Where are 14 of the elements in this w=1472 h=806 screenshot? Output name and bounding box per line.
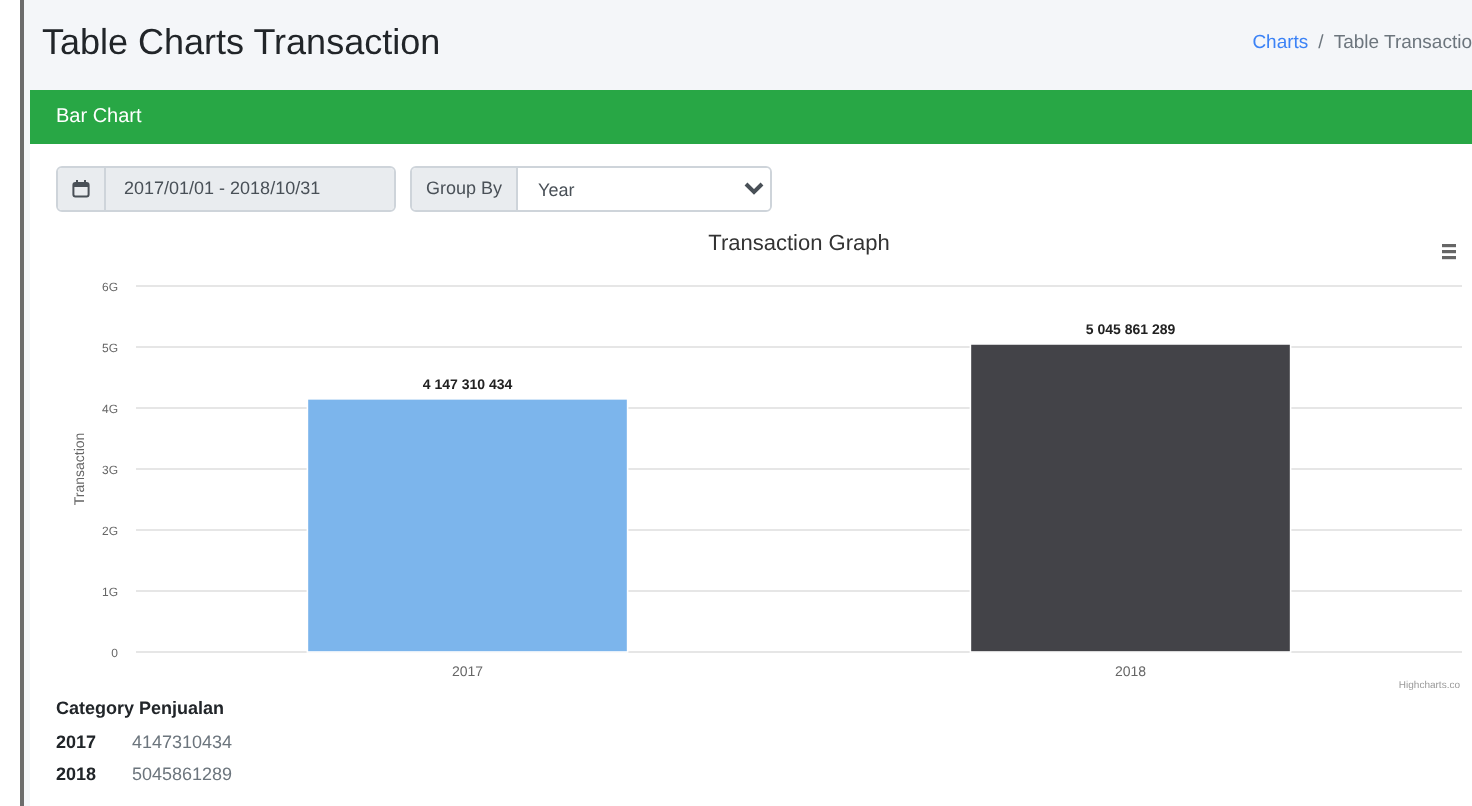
table-title: Category Penjualan <box>56 696 227 722</box>
table-cell-text: 2017 <box>56 729 99 755</box>
date-range-field[interactable]: 2017/01/01 - 2018/10/31 <box>56 166 396 212</box>
card-header: Bar Chart <box>30 90 1472 144</box>
page-title: Table Charts Transaction <box>42 22 441 66</box>
table-cell-text: 4147310434 <box>132 729 233 755</box>
table-cell-text: 2018 <box>56 762 99 788</box>
menu-icon[interactable] <box>1442 244 1456 260</box>
calendar-icon <box>72 180 90 198</box>
breadcrumb-separator: / <box>1318 29 1324 58</box>
table-cell-text: 5045861289 <box>132 762 233 788</box>
chart-title: Transaction Graph <box>708 232 890 256</box>
group-by-select[interactable]: Group By Year <box>410 166 773 212</box>
breadcrumb-current: Table Transactio <box>1333 29 1472 58</box>
